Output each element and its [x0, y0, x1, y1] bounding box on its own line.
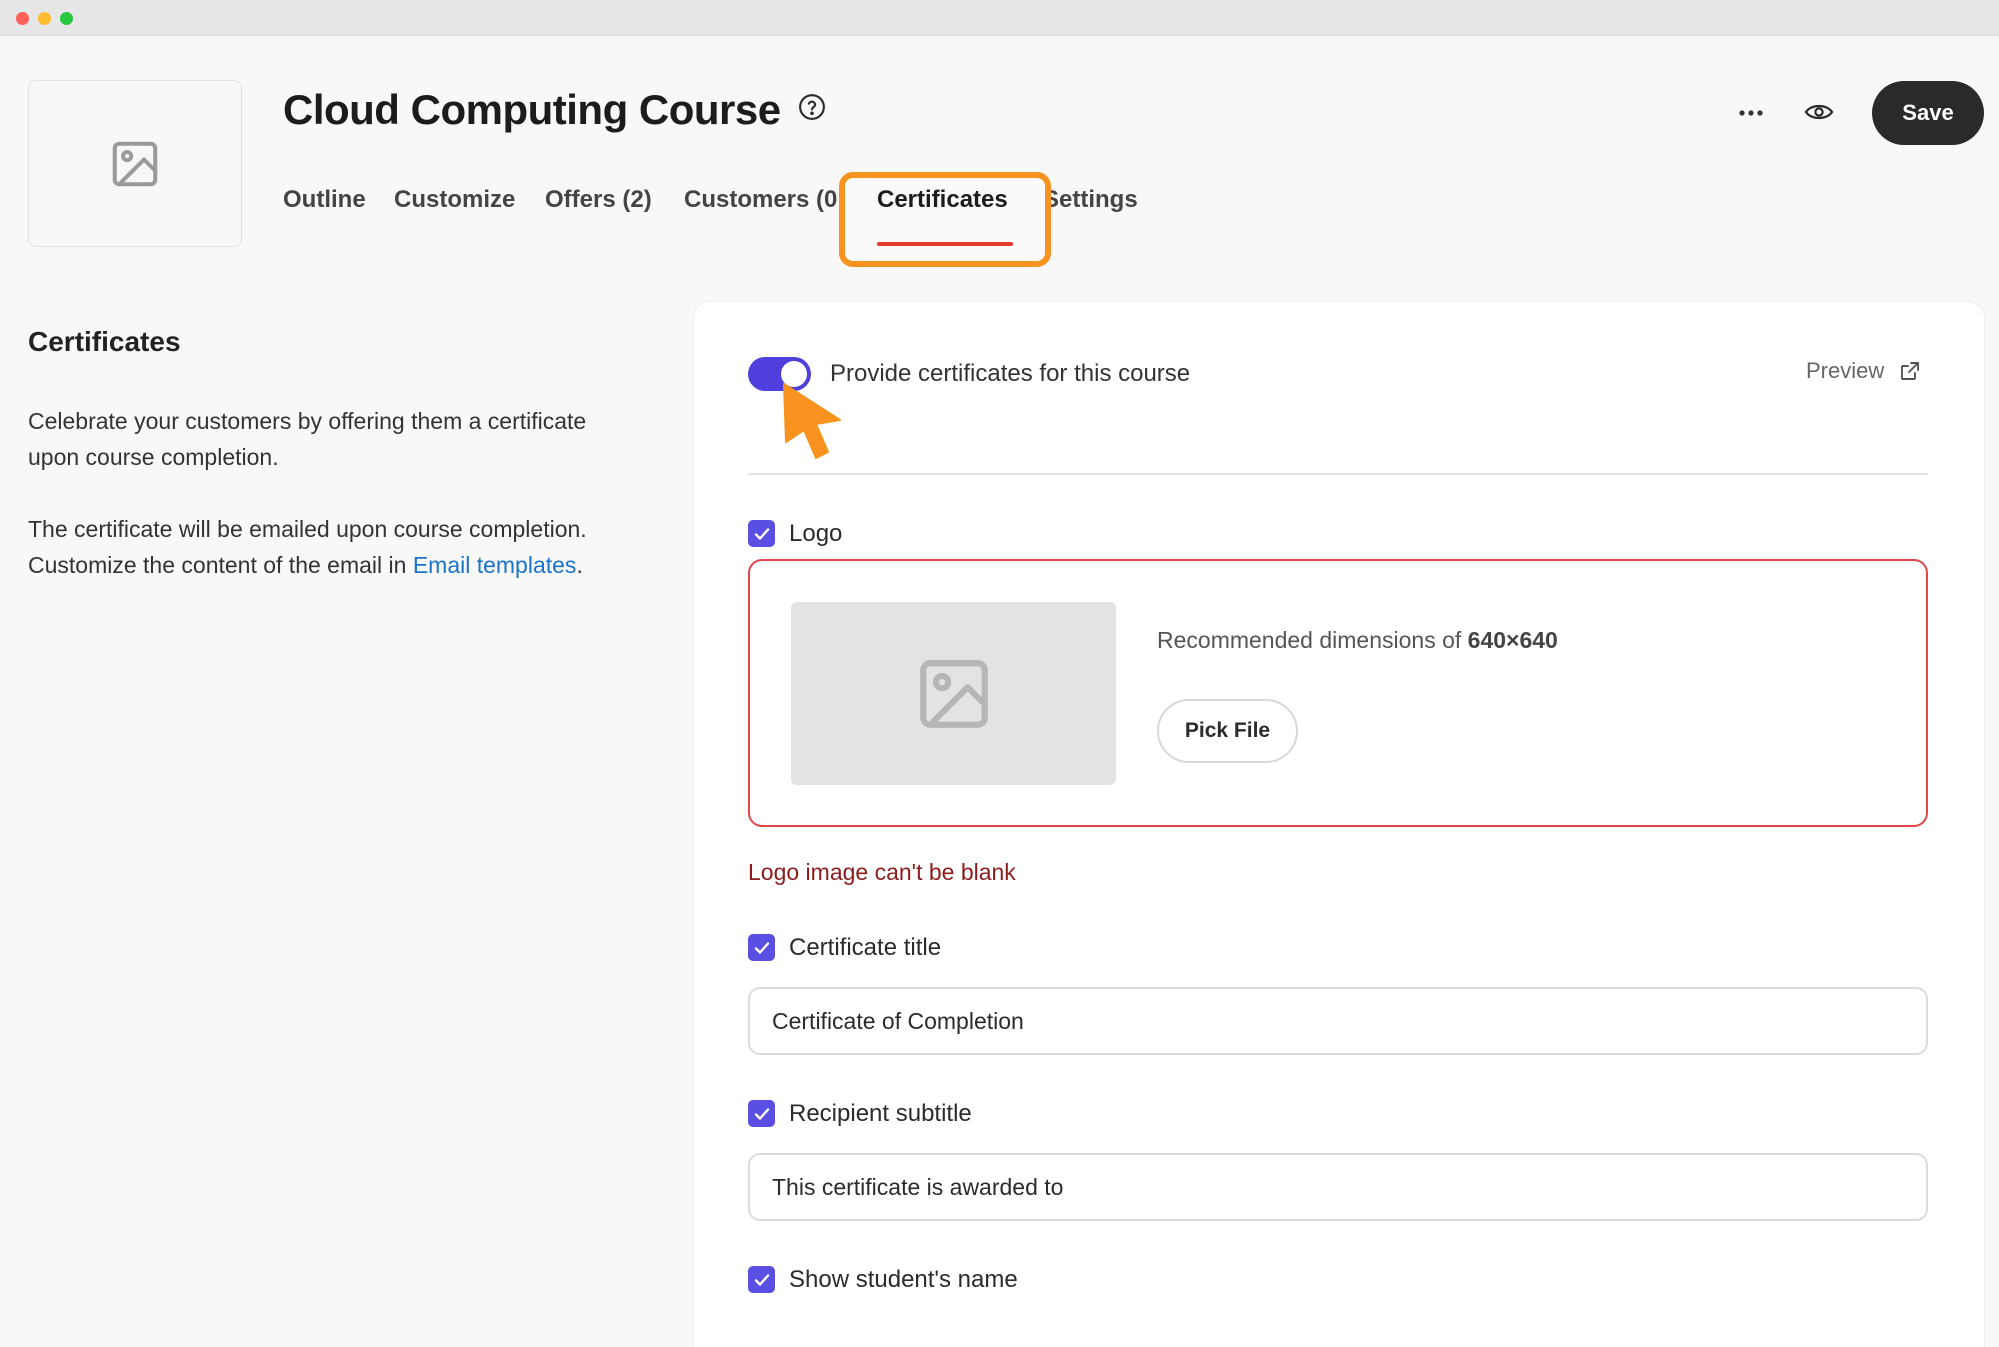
section-description: Celebrate your customers by offering the… — [28, 408, 587, 470]
tab-certificates[interactable]: Certificates — [877, 186, 1008, 214]
show-student-name-label: Show student's name — [789, 1266, 1018, 1293]
section-heading: Certificates — [28, 326, 181, 357]
certificate-title-label: Certificate title — [789, 934, 942, 961]
certificate-preview-link[interactable]: Preview — [1806, 358, 1922, 384]
window-titlebar — [0, 0, 1999, 36]
checkmark-icon — [754, 1107, 769, 1120]
recommended-dimensions-prefix: Recommended dimensions of — [1157, 627, 1468, 653]
maximize-window-button[interactable] — [60, 12, 73, 25]
page-title: Cloud Computing Course — [283, 86, 781, 133]
tab-settings-label: Settings — [1051, 186, 1138, 213]
checkmark-icon — [754, 941, 769, 954]
eye-icon — [1804, 104, 1834, 120]
preview-course-button[interactable] — [1801, 96, 1837, 128]
ellipsis-icon — [1739, 110, 1763, 116]
cursor-arrow-icon — [783, 383, 841, 459]
recipient-subtitle-label: Recipient subtitle — [789, 1100, 972, 1127]
tab-customize[interactable]: Customize — [394, 186, 515, 214]
email-info-suffix: . — [576, 552, 583, 578]
certificates-toggle-label: Provide certificates for this course — [830, 360, 1191, 387]
checkmark-icon — [754, 527, 769, 540]
close-window-button[interactable] — [16, 12, 29, 25]
preview-label: Preview — [1806, 358, 1885, 383]
recipient-subtitle-checkbox[interactable] — [748, 1100, 775, 1127]
save-button[interactable]: Save — [1872, 81, 1984, 145]
tab-outline[interactable]: Outline — [283, 186, 366, 214]
show-student-name-checkbox[interactable] — [748, 1266, 775, 1293]
recommended-dimensions-value: 640×640 — [1467, 627, 1558, 653]
tab-offers[interactable]: Offers (2) — [545, 186, 652, 214]
certificate-title-input[interactable] — [748, 987, 1928, 1055]
external-link-icon — [1901, 362, 1920, 380]
question-circle-icon[interactable] — [797, 92, 827, 122]
pick-file-button[interactable]: Pick File — [1157, 699, 1298, 763]
more-options-button[interactable] — [1734, 98, 1768, 128]
logo-label: Logo — [789, 520, 843, 547]
minimize-window-button[interactable] — [38, 12, 51, 25]
recommended-dimensions: Recommended dimensions of 640×640 — [1157, 627, 1558, 654]
certificate-title-checkbox[interactable] — [748, 934, 775, 961]
image-placeholder-icon — [112, 141, 158, 186]
section-divider — [748, 473, 1928, 475]
logo-checkbox[interactable] — [748, 520, 775, 547]
image-placeholder-icon — [919, 659, 988, 728]
email-templates-link[interactable]: Email templates — [413, 552, 577, 578]
tab-settings[interactable]: Settings — [1051, 186, 1139, 226]
checkmark-icon — [754, 1273, 769, 1286]
recipient-subtitle-input[interactable] — [748, 1153, 1928, 1221]
active-tab-indicator — [877, 242, 1013, 246]
logo-preview — [791, 602, 1116, 785]
email-info-text: The certificate will be emailed upon cou… — [28, 511, 628, 583]
course-thumbnail[interactable] — [28, 80, 242, 247]
logo-error-message: Logo image can't be blank — [748, 859, 1016, 885]
